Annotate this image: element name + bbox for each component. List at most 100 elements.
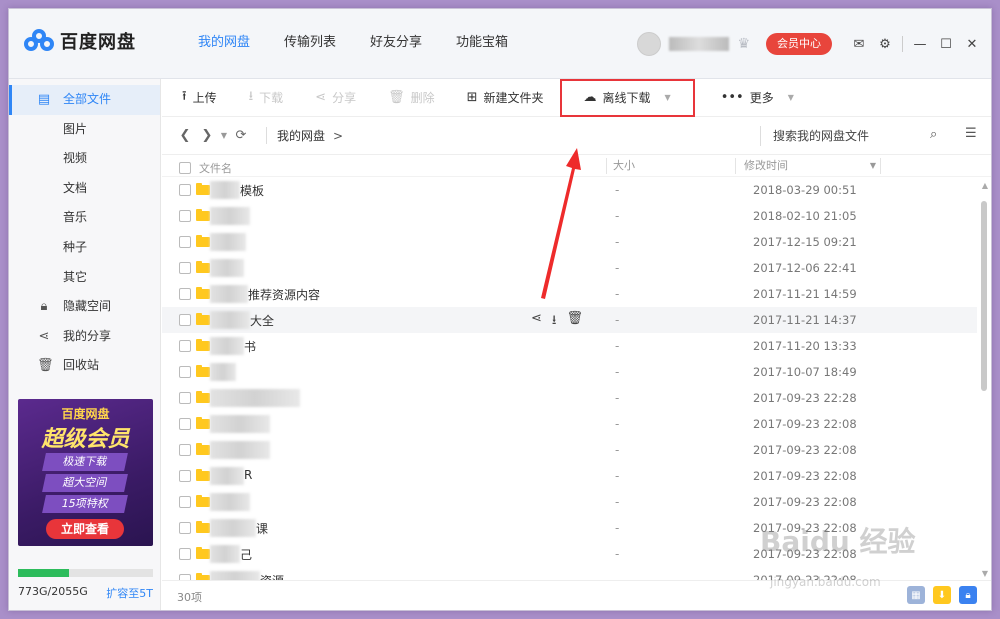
table-row[interactable]: 模板 - 2018-03-29 00:51: [162, 177, 977, 203]
blurred-name: [210, 493, 250, 511]
search-input[interactable]: 搜索我的网盘文件: [760, 126, 950, 146]
blurred-name: [210, 441, 270, 459]
refresh-icon[interactable]: ⟳: [230, 128, 252, 143]
sidebar-item-my-shares[interactable]: ⋖ 我的分享: [9, 322, 160, 352]
sidebar-item-docs[interactable]: 文档: [9, 174, 160, 204]
username-blurred[interactable]: [669, 37, 730, 51]
table-row[interactable]: 书 - 2017-11-20 13:33: [162, 333, 977, 359]
table-row[interactable]: - 2017-09-23 22:28: [162, 385, 977, 411]
tab-transfer-list[interactable]: 传输列表: [267, 9, 353, 79]
expand-storage-link[interactable]: 扩容至5T: [106, 585, 153, 601]
chevron-down-icon[interactable]: ▼: [665, 93, 671, 102]
file-size: -: [615, 417, 620, 431]
file-name[interactable]: 推荐资源内容: [248, 286, 320, 303]
app-logo[interactable]: 百度网盘: [24, 27, 136, 55]
search-icon[interactable]: ⌕: [930, 127, 937, 142]
file-size: -: [615, 495, 620, 509]
file-name[interactable]: 模板: [240, 182, 264, 199]
more-button[interactable]: ••• 更多 ▼: [715, 79, 800, 117]
share-icon[interactable]: ⋖: [531, 311, 542, 333]
close-icon[interactable]: ✕: [963, 35, 981, 53]
history-dropdown-icon[interactable]: ▼: [218, 131, 230, 140]
chevron-down-icon[interactable]: ▼: [788, 93, 794, 102]
row-checkbox[interactable]: [179, 418, 191, 430]
tab-my-disk[interactable]: 我的网盘: [181, 9, 267, 79]
scrollbar[interactable]: [981, 201, 987, 391]
download-button[interactable]: ⭳ 下载: [243, 79, 290, 117]
file-name[interactable]: 己: [240, 546, 252, 563]
sidebar-item-torrents[interactable]: 种子: [9, 233, 160, 263]
folder-icon: [196, 209, 210, 221]
minimize-icon[interactable]: —: [911, 35, 929, 53]
table-row[interactable]: 推荐资源内容 - 2017-11-21 14:59: [162, 281, 977, 307]
new-folder-button[interactable]: ⊞ 新建文件夹: [461, 79, 550, 117]
column-header-size[interactable]: 大小: [606, 158, 635, 174]
file-name[interactable]: 课: [256, 520, 268, 537]
row-checkbox[interactable]: [179, 470, 191, 482]
row-checkbox[interactable]: [179, 366, 191, 378]
file-name[interactable]: 大全: [250, 312, 274, 329]
back-icon[interactable]: ❮: [174, 128, 196, 143]
row-checkbox[interactable]: [179, 496, 191, 508]
row-checkbox[interactable]: [179, 548, 191, 560]
row-checkbox[interactable]: [179, 340, 191, 352]
gear-icon[interactable]: ⚙: [876, 35, 894, 53]
sidebar-item-recycle-bin[interactable]: 🗑︎ 回收站: [9, 351, 160, 381]
blurred-name: [210, 467, 244, 485]
column-header-mtime[interactable]: 修改时间 ▼: [735, 158, 880, 174]
mail-icon[interactable]: ✉: [850, 35, 868, 53]
trash-icon[interactable]: 🗑︎: [566, 311, 583, 333]
table-row[interactable]: - 2017-09-23 22:08: [162, 411, 977, 437]
row-checkbox[interactable]: [179, 314, 191, 326]
file-name[interactable]: R: [244, 468, 252, 482]
sidebar-item-videos[interactable]: 视频: [9, 144, 160, 174]
download-icon[interactable]: ⭳: [552, 311, 557, 333]
row-checkbox[interactable]: [179, 184, 191, 196]
list-view-icon[interactable]: ☰: [965, 126, 977, 141]
avatar[interactable]: [637, 32, 662, 56]
row-checkbox[interactable]: [179, 288, 191, 300]
lock-icon[interactable]: 🔒︎: [959, 586, 977, 604]
table-row[interactable]: - 2017-12-15 09:21: [162, 229, 977, 255]
delete-button[interactable]: 🗑︎ 删除: [382, 79, 441, 117]
sidebar-item-images[interactable]: 图片: [9, 115, 160, 145]
tab-toolbox[interactable]: 功能宝箱: [439, 9, 525, 79]
offline-download-button[interactable]: ☁ 离线下载 ▼: [559, 78, 695, 117]
storage-used: 773G/2055G: [18, 585, 88, 598]
row-checkbox[interactable]: [179, 210, 191, 222]
row-checkbox[interactable]: [179, 444, 191, 456]
sidebar-item-music[interactable]: 音乐: [9, 203, 160, 233]
maximize-icon[interactable]: ☐: [937, 35, 955, 53]
sidebar-item-hidden-space[interactable]: 🔒︎ 隐藏空间: [9, 292, 160, 322]
breadcrumb[interactable]: 我的网盘: [266, 127, 325, 144]
table-row[interactable]: R - 2017-09-23 22:08: [162, 463, 977, 489]
row-checkbox[interactable]: [179, 236, 191, 248]
table-row[interactable]: - 2018-02-10 21:05: [162, 203, 977, 229]
share-button[interactable]: ⋖ 分享: [309, 79, 362, 117]
row-checkbox[interactable]: [179, 262, 191, 274]
select-all-checkbox[interactable]: [179, 162, 191, 174]
table-row[interactable]: - 2017-12-06 22:41: [162, 255, 977, 281]
row-checkbox[interactable]: [179, 392, 191, 404]
table-row[interactable]: - 2017-09-23 22:08: [162, 437, 977, 463]
sidebar-item-all-files[interactable]: ▤ 全部文件: [9, 85, 160, 115]
table-row[interactable]: - 2017-09-23 22:08: [162, 489, 977, 515]
table-row[interactable]: - 2017-10-07 18:49: [162, 359, 977, 385]
upload-button[interactable]: ⭱ 上传: [176, 79, 223, 117]
ad-view-button[interactable]: 立即查看: [46, 519, 124, 539]
folder-download-icon[interactable]: ⬇: [933, 586, 951, 604]
column-header-name[interactable]: 文件名: [199, 160, 232, 176]
file-name[interactable]: 书: [244, 338, 256, 355]
scroll-up-icon[interactable]: ▲: [982, 181, 988, 190]
share-icon: ⋖: [315, 90, 327, 105]
forward-icon[interactable]: ❯: [196, 128, 218, 143]
sidebar-item-other[interactable]: 其它: [9, 263, 160, 293]
table-row[interactable]: 大全 ⋖ ⭳ 🗑︎ - 2017-11-21 14:37: [162, 307, 977, 333]
folder-icon: [196, 547, 210, 559]
tab-friend-share[interactable]: 好友分享: [353, 9, 439, 79]
scroll-down-icon[interactable]: ▼: [982, 569, 988, 578]
grid-view-icon[interactable]: ▦: [907, 586, 925, 604]
vip-center-button[interactable]: 会员中心: [766, 33, 832, 55]
vip-ad-banner[interactable]: 百度网盘 超级会员 极速下载 超大空间 15项特权 立即查看: [18, 399, 153, 546]
row-checkbox[interactable]: [179, 522, 191, 534]
